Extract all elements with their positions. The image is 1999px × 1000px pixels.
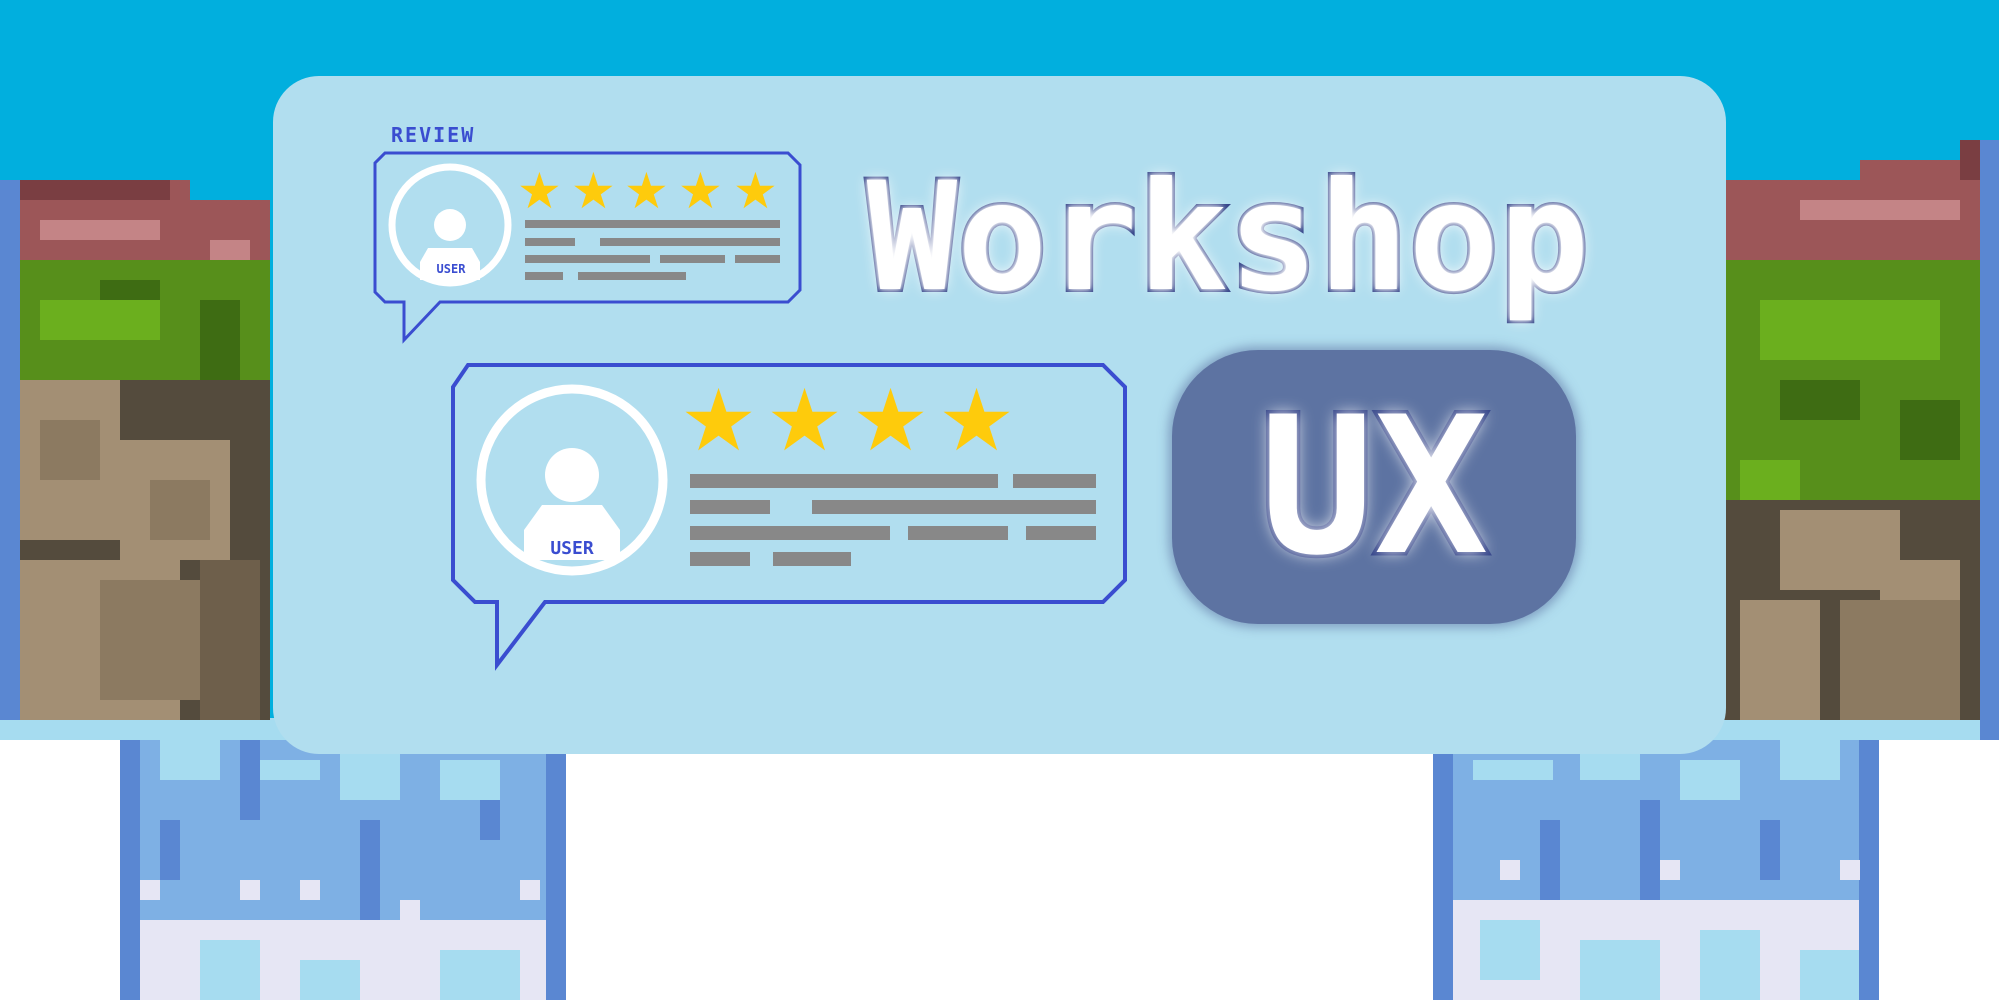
- star-icon: ★: [938, 371, 1016, 471]
- star-icon: ★: [852, 371, 930, 471]
- ux-badge: UX: [1172, 350, 1576, 624]
- avatar-head-large: [545, 448, 599, 502]
- user-label-large: USER: [550, 538, 594, 559]
- star-icon: ★: [766, 371, 844, 471]
- workshop-title: Workshop: [864, 150, 1592, 325]
- star-icon: ★: [680, 371, 758, 471]
- ux-badge-text: UX: [1256, 376, 1492, 597]
